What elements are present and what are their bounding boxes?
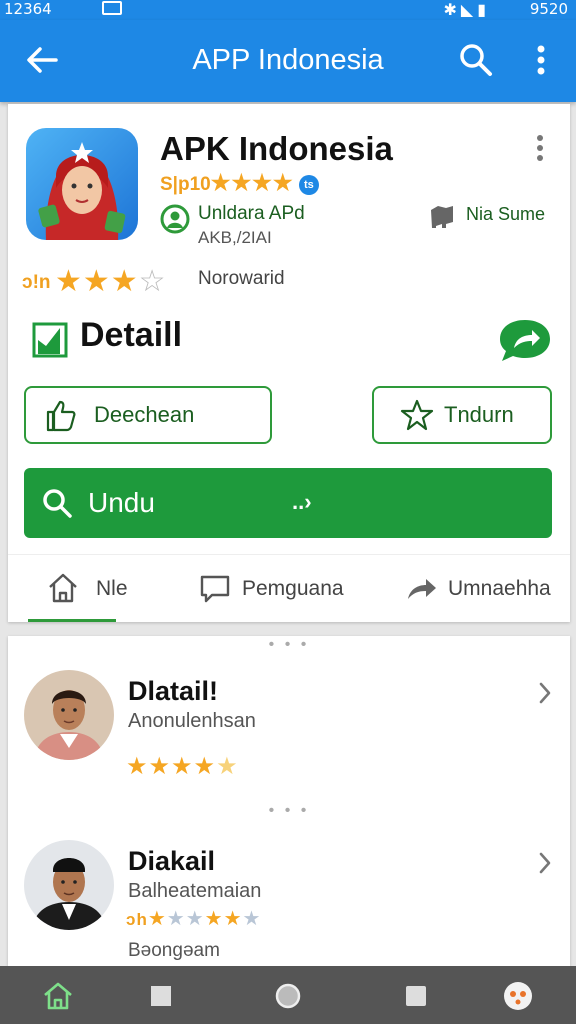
app-details-card: APK Indonesia S|p10★★★★ ts Unldara APd A… (8, 104, 570, 622)
list-item-title: Dlatail! (128, 676, 219, 706)
deechean-button[interactable]: Deechean (24, 386, 272, 444)
sim-icon (102, 1, 122, 15)
verified-badge-icon: ts (298, 174, 319, 195)
navigation-bar (0, 966, 576, 1024)
rating-prefix: ɔh (126, 910, 148, 929)
stars-empty: ★ (216, 753, 239, 780)
tab-umnaehha-label: Umnaehha (448, 577, 551, 600)
user-rating-prefix: ɔ!n (22, 272, 51, 293)
share-button-icon[interactable] (498, 318, 552, 362)
rating-prefix: S|p10 (160, 174, 211, 195)
list-separator: • • • (268, 802, 310, 819)
category-label: Nia Sume (466, 204, 546, 224)
avatar (24, 840, 114, 930)
nav-circle-icon[interactable] (272, 980, 304, 1012)
stars-empty: ★ (242, 908, 262, 930)
list-item-subtitle: Balheatemaian (128, 880, 262, 902)
app-rating: S|p10★★★★ ts (160, 170, 319, 196)
overflow-menu-icon[interactable] (524, 40, 558, 80)
tndurn-button-label: Tndurn (444, 402, 514, 427)
list-item-rating: ɔh★★★★★★ (126, 906, 261, 931)
developer-name[interactable]: Unldara APd (198, 203, 305, 225)
list-item[interactable]: Diakail Balheatemaian ɔh★★★★★★ Bəongəam (8, 836, 570, 976)
user-rating-stars[interactable]: ★★★☆ (55, 265, 167, 298)
nav-recents-icon[interactable] (400, 980, 432, 1012)
download-button[interactable]: Undu ..› (24, 468, 552, 538)
detail-section-title: Detaill (80, 316, 183, 354)
tab-nle[interactable]: Nle (28, 555, 178, 623)
trending-chart-icon (32, 322, 68, 358)
chevron-right-icon[interactable] (536, 680, 554, 706)
share-arrow-icon (408, 579, 436, 599)
tab-pemguana[interactable]: Pemguana (194, 555, 364, 623)
tab-nle-label: Nle (96, 577, 128, 600)
status-bar: 12364 ✱◣▮ 9520 (0, 0, 576, 20)
user-rating-label: Norowarid (198, 268, 285, 289)
review-list-card: • • • Dlatail! Anonulenhsan ★★★★★ • • • (8, 636, 570, 966)
developer-sub: AKB,/2IAI (198, 228, 272, 247)
rating-stars: ★★★★ (210, 170, 294, 195)
download-button-label: Undu (88, 487, 155, 518)
chevron-right-icon[interactable] (536, 850, 554, 876)
card-overflow-icon[interactable] (530, 132, 550, 164)
thumbs-up-icon (46, 400, 76, 432)
stars-filled: ★ (147, 908, 167, 930)
nav-home-icon[interactable] (42, 980, 74, 1012)
signal-icons: ✱◣▮ (443, 2, 490, 19)
stars-filled: ★★★ (54, 265, 139, 298)
list-item-subtitle: Anonulenhsan (128, 710, 256, 732)
stars-filled-2: ★★ (204, 908, 243, 930)
nav-square-icon[interactable] (145, 980, 177, 1012)
active-tab-indicator (28, 619, 116, 622)
status-time: 12364 (4, 0, 52, 18)
deechean-button-label: Deechean (94, 402, 195, 427)
tab-pemguana-label: Pemguana (242, 577, 344, 600)
nav-assistant-icon[interactable] (502, 980, 534, 1012)
avatar (24, 670, 114, 760)
status-battery: 9520 (529, 0, 568, 18)
list-item-extra: Bəongəam (128, 940, 220, 961)
arrow-right-icon: ..› (292, 489, 312, 514)
chat-bubble-icon (200, 575, 230, 603)
search-icon (43, 489, 72, 518)
star-outline-icon (400, 399, 434, 431)
stars-filled: ★★★★ (126, 753, 217, 780)
tab-umnaehha[interactable]: Umnaehha (402, 555, 568, 623)
stars-empty: ☆ (138, 265, 167, 298)
list-item-title: Diakail (128, 846, 216, 876)
category-icon (431, 206, 453, 228)
stars-partial: ★★ (166, 908, 205, 930)
list-item[interactable]: Dlatail! Anonulenhsan ★★★★★ (8, 666, 570, 806)
developer-avatar-icon (160, 204, 190, 234)
app-name: APK Indonesia (160, 130, 393, 167)
app-icon (26, 128, 138, 240)
list-item-rating: ★★★★★ (126, 752, 239, 781)
home-icon (49, 573, 77, 603)
tab-bar: Nle Pemguana Umnaehha (8, 554, 570, 622)
user-rating-row: ɔ!n ★★★☆ Norowarid (22, 264, 285, 299)
app-bar: APP Indonesia (0, 20, 576, 102)
search-icon[interactable] (456, 40, 496, 80)
list-separator: • • • (268, 636, 310, 653)
tndurn-button[interactable]: Tndurn (372, 386, 552, 444)
